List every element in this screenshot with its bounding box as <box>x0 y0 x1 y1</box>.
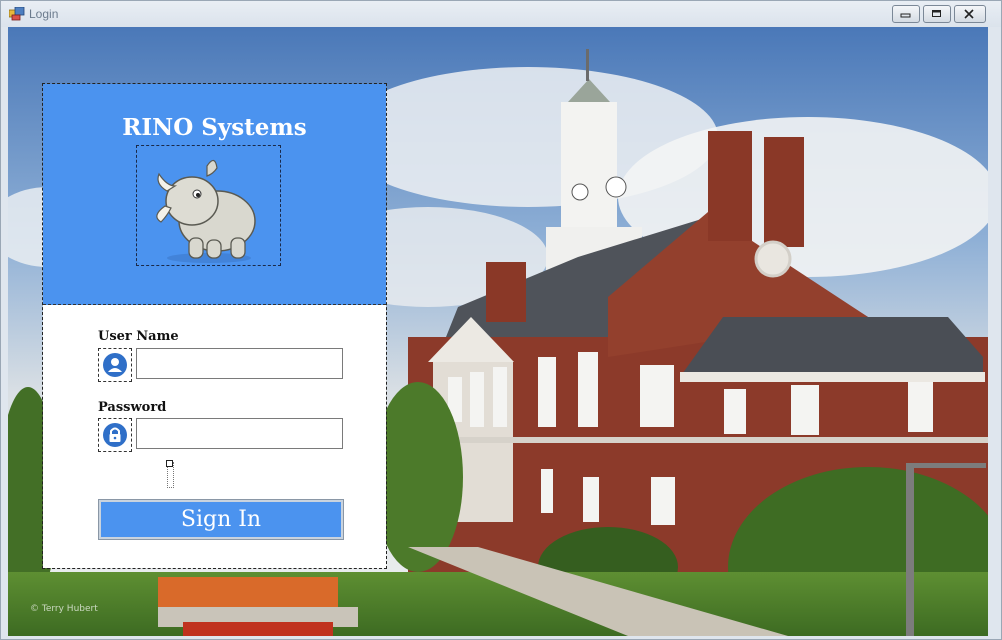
close-button[interactable] <box>954 5 986 23</box>
panel-header: RINO Systems <box>43 84 386 305</box>
login-window: Login RINO Systems User Name Password Si… <box>0 0 1002 640</box>
app-icon <box>9 7 25 21</box>
username-input[interactable] <box>136 348 343 379</box>
password-icon-box <box>98 418 132 452</box>
window-title: Login <box>29 7 59 21</box>
rhino-logo-icon <box>156 159 256 263</box>
brand-title: RINO Systems <box>122 114 307 141</box>
username-label: User Name <box>98 329 179 344</box>
maximize-icon <box>932 10 941 17</box>
sign-in-button[interactable]: Sign In <box>99 500 343 539</box>
close-icon <box>964 9 974 19</box>
user-icon <box>103 353 127 377</box>
title-bar[interactable]: Login <box>1 1 1001 27</box>
minimize-icon <box>900 13 911 18</box>
client-area: RINO Systems User Name Password Sign In … <box>8 27 988 636</box>
lock-icon <box>103 423 127 447</box>
password-input[interactable] <box>136 418 343 449</box>
logo-picturebox <box>136 145 281 266</box>
maximize-button[interactable] <box>923 5 951 23</box>
photo-credit: © Terry Hubert <box>30 604 98 614</box>
resize-handle[interactable] <box>166 460 173 467</box>
minimize-button[interactable] <box>892 5 920 23</box>
username-icon-box <box>98 348 132 382</box>
login-panel: RINO Systems User Name Password Sign In <box>42 83 387 569</box>
password-label: Password <box>98 400 167 415</box>
